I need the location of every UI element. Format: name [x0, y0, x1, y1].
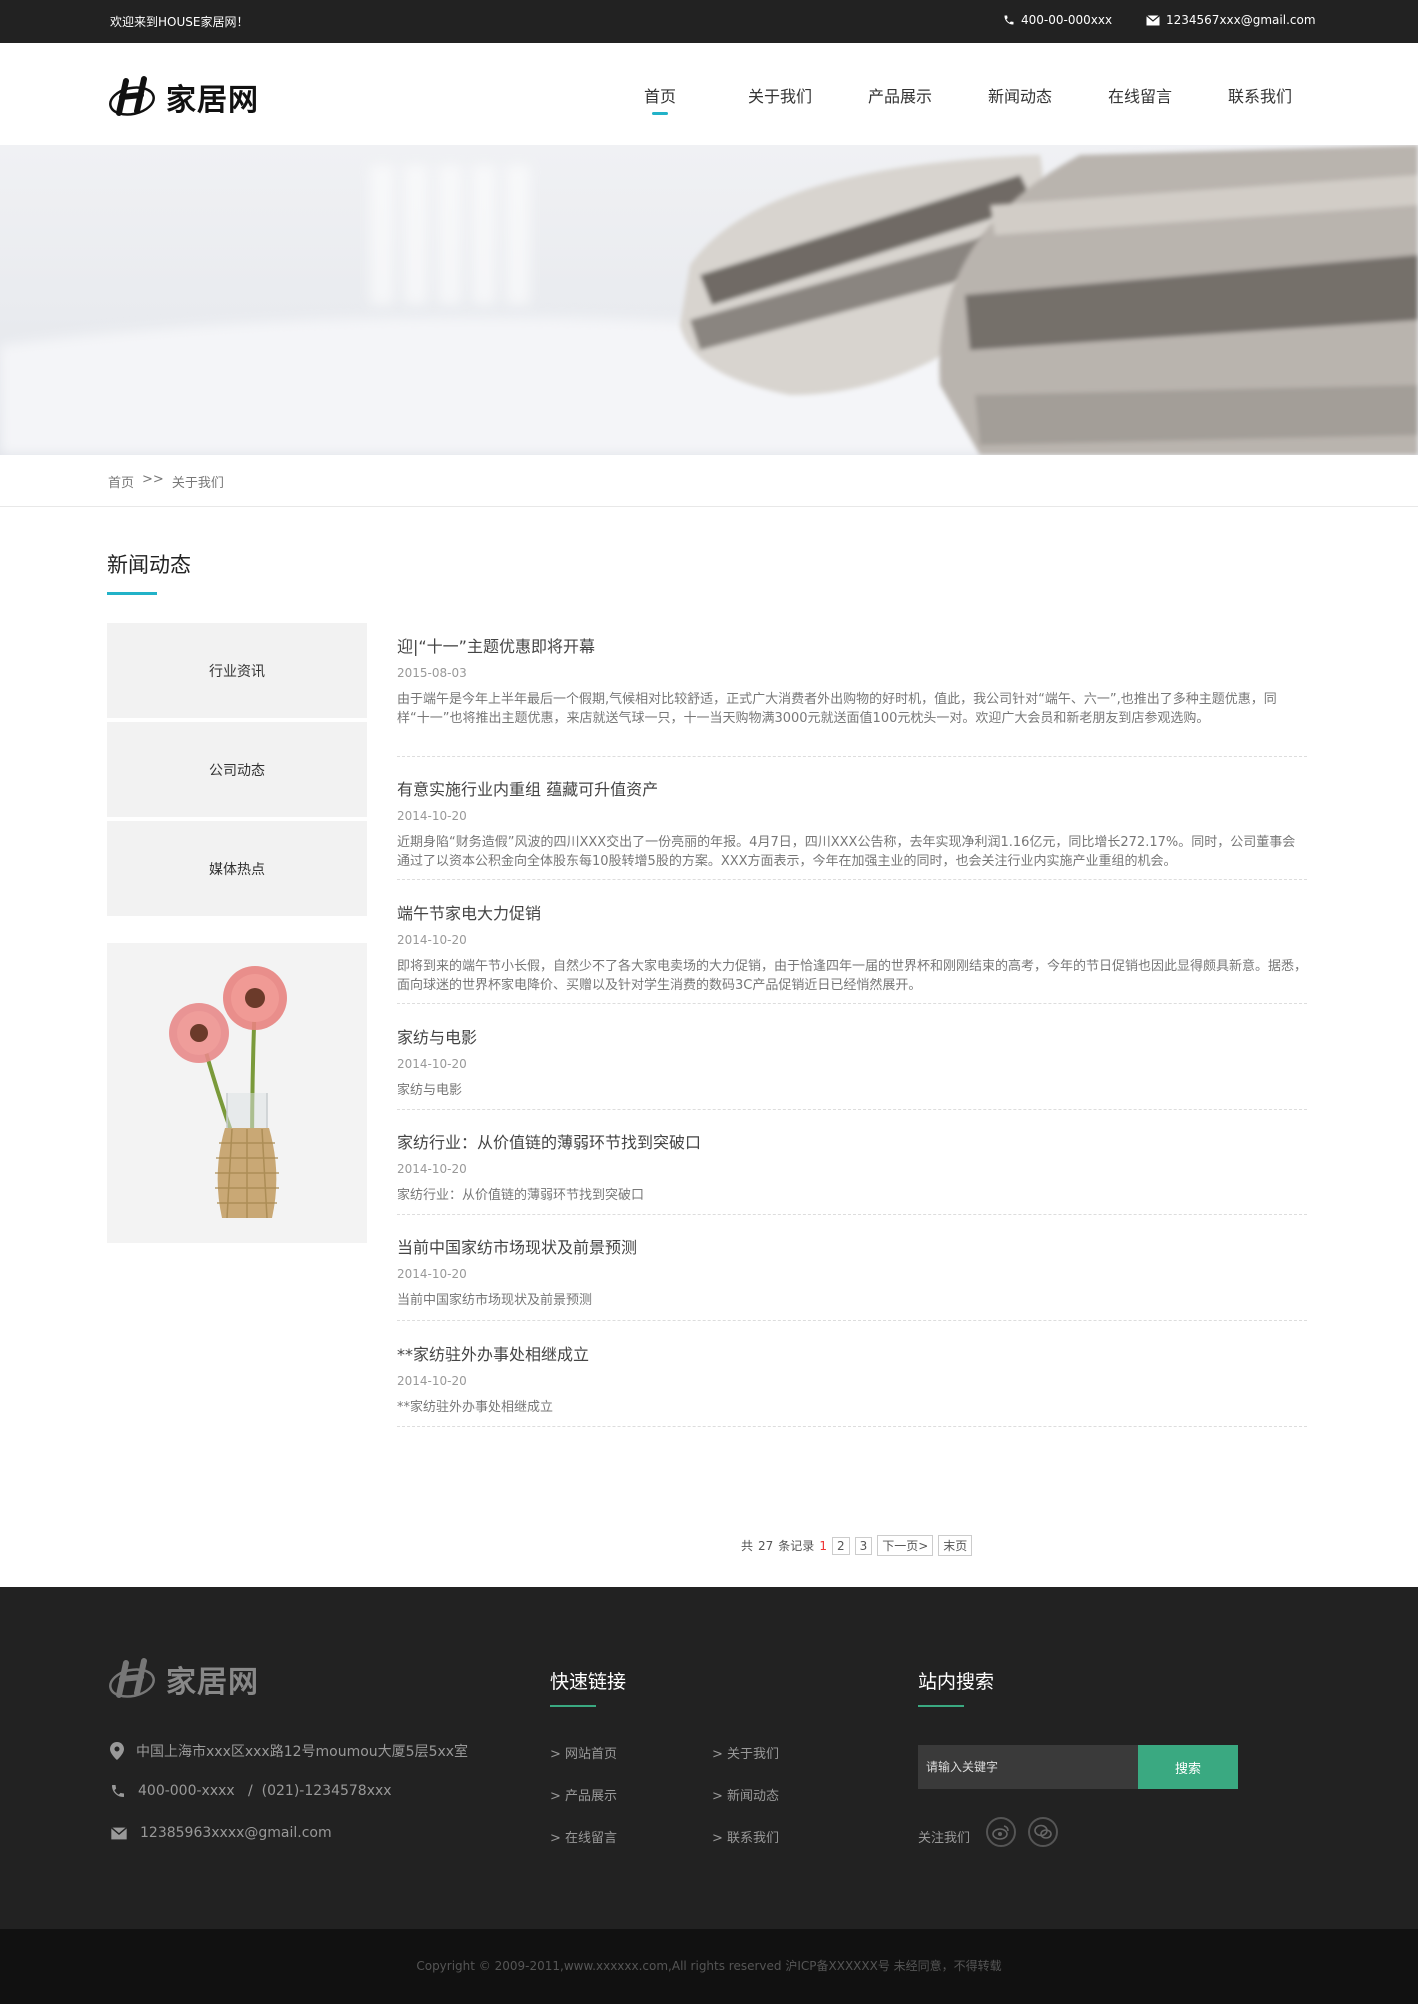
- top-email-text: 1234567xxx@gmail.com: [1166, 13, 1316, 27]
- pager-total-suffix: 条记录: [778, 1539, 815, 1553]
- nav-contact[interactable]: 联系我们: [1200, 83, 1320, 107]
- follow-us-label: 关注我们: [918, 1831, 971, 1846]
- top-phone-text: 400-00-000xxx: [1021, 13, 1113, 27]
- site-search-button[interactable]: 搜索: [1138, 1745, 1238, 1789]
- news-title[interactable]: 当前中国家纺市场现状及前景预测: [397, 1234, 1307, 1258]
- top-bar: 欢迎来到HOUSE家居网！ 400-00-000xxx 1234567xxx@g…: [0, 0, 1418, 43]
- wechat-icon[interactable]: [1028, 1817, 1058, 1847]
- breadcrumb-separator: >>: [142, 472, 164, 487]
- footer-link-products[interactable]: > 产品展示: [550, 1785, 617, 1804]
- breadcrumb: 首页 >> 关于我们: [0, 455, 1418, 507]
- top-email: 1234567xxx@gmail.com: [1146, 13, 1316, 27]
- main-nav: 首页 关于我们 产品展示 新闻动态 在线留言 联系我们: [600, 83, 1320, 115]
- pager-current: 1: [819, 1538, 827, 1553]
- flower-vase-illustration: [169, 966, 287, 1219]
- footer-phones: 400-000-xxxx / (021)-1234578xxx: [110, 1783, 392, 1799]
- footer-address-text: 中国上海市xxx区xxx路12号moumou大厦5层5xx室: [136, 1744, 469, 1760]
- pagination: 共 27 条记录 1 2 3 下一页> 末页: [741, 1535, 973, 1556]
- news-summary: 家纺行业：从价值链的薄弱环节找到突破口: [397, 1188, 645, 1203]
- footer-phones-text: 400-000-xxxx / (021)-1234578xxx: [138, 1783, 392, 1799]
- category-industry-news[interactable]: 行业资讯: [107, 623, 367, 718]
- news-title[interactable]: 家纺与电影: [397, 1024, 1307, 1048]
- news-summary: **家纺驻外办事处相继成立: [397, 1400, 554, 1415]
- side-vase-image: [107, 943, 367, 1243]
- section-title-underline: [107, 592, 157, 595]
- site-search-title: 站内搜索: [918, 1671, 995, 1693]
- top-phone: 400-00-000xxx: [1003, 13, 1112, 27]
- nav-message[interactable]: 在线留言: [1080, 83, 1200, 107]
- nav-home[interactable]: 首页: [600, 83, 720, 115]
- breadcrumb-current[interactable]: 关于我们: [172, 472, 224, 491]
- mail-icon: [1146, 14, 1160, 25]
- footer-logo-text: 家居网: [166, 1665, 259, 1700]
- footer-email-text: 12385963xxxx@gmail.com: [140, 1825, 332, 1841]
- welcome-text: 欢迎来到HOUSE家居网！: [110, 15, 249, 29]
- pager-last[interactable]: 末页: [938, 1535, 973, 1556]
- news-summary: 家纺与电影: [397, 1083, 463, 1098]
- news-title[interactable]: 迎|“十一”主题优惠即将开幕: [397, 633, 1307, 657]
- quick-links-underline: [550, 1705, 596, 1707]
- category-company-news[interactable]: 公司动态: [107, 722, 367, 817]
- phone-icon: [112, 1785, 124, 1797]
- pager-next[interactable]: 下一页>: [877, 1535, 934, 1556]
- pillows-illustration: [0, 145, 1418, 455]
- news-item: 家纺行业：从价值链的薄弱环节找到突破口 2014-10-20 家纺行业：从价值链…: [397, 1129, 1307, 1215]
- footer-link-contact[interactable]: > 联系我们: [712, 1827, 779, 1846]
- news-date: 2014-10-20: [397, 1057, 467, 1071]
- site-search-underline: [918, 1705, 964, 1707]
- location-pin-icon: [110, 1742, 124, 1760]
- logo-text: 家居网: [166, 83, 259, 118]
- footer-email: 12385963xxxx@gmail.com: [110, 1825, 332, 1841]
- mail-icon: [110, 1826, 128, 1839]
- news-summary: 当前中国家纺市场现状及前景预测: [397, 1293, 593, 1308]
- news-summary: 由于端午是今年上半年最后一个假期,气候相对比较舒适，正式广大消费者外出购物的好时…: [397, 692, 1277, 726]
- nav-products[interactable]: 产品展示: [840, 83, 960, 107]
- quick-links-title: 快速链接: [550, 1671, 627, 1693]
- pager-page-3[interactable]: 3: [854, 1536, 873, 1555]
- footer-link-home[interactable]: > 网站首页: [550, 1743, 617, 1762]
- section-title: 新闻动态: [107, 553, 191, 577]
- nav-news[interactable]: 新闻动态: [960, 83, 1080, 107]
- news-item: 有意实施行业内重组 蕴藏可升值资产 2014-10-20 近期身陷“财务造假”风…: [397, 776, 1307, 880]
- site-footer: 家居网 中国上海市xxx区xxx路12号moumou大厦5层5xx室 400-0…: [0, 1587, 1418, 1929]
- footer-link-about[interactable]: > 关于我们: [712, 1743, 779, 1762]
- logo-h-icon: [109, 1658, 155, 1698]
- news-title[interactable]: 有意实施行业内重组 蕴藏可升值资产: [397, 776, 1307, 800]
- weibo-icon[interactable]: [986, 1817, 1016, 1847]
- news-item: 端午节家电大力促销 2014-10-20 即将到来的端午节小长假，自然少不了各大…: [397, 900, 1307, 1004]
- pager-page-2[interactable]: 2: [831, 1536, 850, 1555]
- pager-total: 27: [758, 1538, 774, 1553]
- news-item: 家纺与电影 2014-10-20 家纺与电影: [397, 1024, 1307, 1110]
- news-title[interactable]: **家纺驻外办事处相继成立: [397, 1341, 1307, 1365]
- news-item: **家纺驻外办事处相继成立 2014-10-20 **家纺驻外办事处相继成立: [397, 1341, 1307, 1427]
- phone-icon: [1004, 15, 1014, 25]
- news-summary: 近期身陷“财务造假”风波的四川XXX交出了一份亮丽的年报。4月7日，四川XXX公…: [397, 835, 1296, 869]
- news-date: 2014-10-20: [397, 1162, 467, 1176]
- news-item: 当前中国家纺市场现状及前景预测 2014-10-20 当前中国家纺市场现状及前景…: [397, 1234, 1307, 1321]
- breadcrumb-home[interactable]: 首页: [108, 472, 134, 491]
- copyright-bar: Copyright © 2009-2011,www.xxxxxx.com,All…: [0, 1929, 1418, 2004]
- site-header: 家居网 首页 关于我们 产品展示 新闻动态 在线留言 联系我们: [0, 43, 1418, 145]
- footer-logo[interactable]: 家居网: [108, 1657, 259, 1701]
- news-date: 2014-10-20: [397, 809, 467, 823]
- news-date: 2014-10-20: [397, 1267, 467, 1281]
- category-media-hot[interactable]: 媒体热点: [107, 821, 367, 916]
- footer-link-news[interactable]: > 新闻动态: [712, 1785, 779, 1804]
- footer-link-message[interactable]: > 在线留言: [550, 1827, 617, 1846]
- site-search-input[interactable]: [918, 1745, 1138, 1789]
- site-logo[interactable]: 家居网: [108, 75, 259, 119]
- news-item: 迎|“十一”主题优惠即将开幕 2015-08-03 由于端午是今年上半年最后一个…: [397, 633, 1307, 757]
- copyright-text: Copyright © 2009-2011,www.xxxxxx.com,All…: [416, 1959, 1002, 1973]
- nav-about[interactable]: 关于我们: [720, 83, 840, 107]
- news-date: 2014-10-20: [397, 1374, 467, 1388]
- news-summary: 即将到来的端午节小长假，自然少不了各大家电卖场的大力促销，由于恰逢四年一届的世界…: [397, 959, 1308, 993]
- logo-h-icon: [109, 76, 155, 116]
- banner-image: [0, 145, 1418, 455]
- news-title[interactable]: 家纺行业：从价值链的薄弱环节找到突破口: [397, 1129, 1307, 1153]
- news-date: 2015-08-03: [397, 666, 467, 680]
- news-date: 2014-10-20: [397, 933, 467, 947]
- pager-total-prefix: 共: [741, 1539, 754, 1553]
- news-title[interactable]: 端午节家电大力促销: [397, 900, 1307, 924]
- footer-address: 中国上海市xxx区xxx路12号moumou大厦5层5xx室: [110, 1741, 468, 1761]
